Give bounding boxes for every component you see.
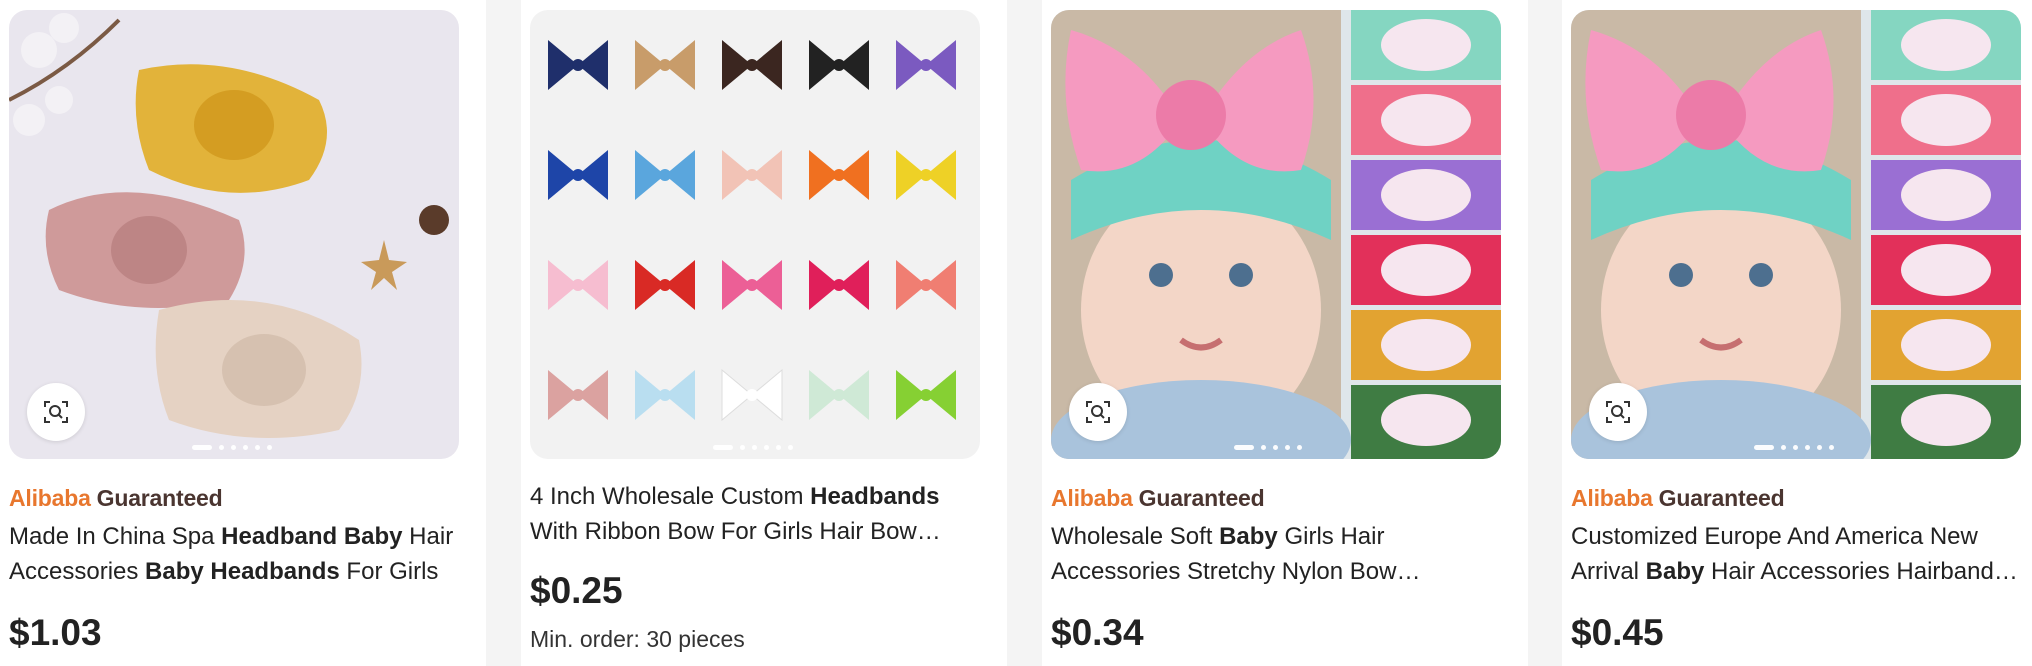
product-price: $0.25: [530, 570, 623, 611]
carousel-dot[interactable]: [255, 444, 260, 450]
carousel-dot[interactable]: [776, 444, 781, 450]
carousel-dot[interactable]: [1297, 444, 1302, 450]
product-image-2[interactable]: [530, 10, 980, 459]
product-title[interactable]: 4 Inch Wholesale Custom Headbands With R…: [530, 479, 982, 549]
product-card-4[interactable]: Alibaba Guaranteed Customized Europe And…: [1562, 0, 2032, 666]
product-card-3[interactable]: Alibaba Guaranteed Wholesale Soft Baby G…: [1042, 0, 1528, 666]
product-image-3[interactable]: [1051, 10, 1501, 459]
image-search-button[interactable]: [27, 383, 85, 441]
carousel-dot[interactable]: [1273, 444, 1278, 450]
carousel-dot[interactable]: [1261, 444, 1266, 450]
badge-guaranteed: Guaranteed: [96, 484, 223, 511]
carousel-dot[interactable]: [1285, 444, 1290, 450]
ribbon-bow-headbands-grid-image: [530, 10, 980, 459]
carousel-indicator: [713, 443, 793, 451]
product-title[interactable]: Wholesale Soft Baby Girls Hair Accessori…: [1051, 519, 1503, 589]
carousel-dot[interactable]: [752, 444, 757, 450]
product-title[interactable]: Made In China Spa Headband Baby Hair Acc…: [9, 519, 461, 589]
carousel-dot[interactable]: [740, 444, 745, 450]
image-search-icon: [1086, 401, 1110, 423]
carousel-dot[interactable]: [788, 444, 793, 450]
image-search-button[interactable]: [1069, 383, 1127, 441]
carousel-dot-active[interactable]: [713, 444, 733, 450]
carousel-dot[interactable]: [243, 444, 248, 450]
image-search-icon: [44, 401, 68, 423]
alibaba-guaranteed-badge: Alibaba Guaranteed: [1051, 483, 1265, 513]
carousel-dot[interactable]: [1793, 444, 1798, 450]
badge-brand: Alibaba: [9, 484, 91, 511]
product-card-1[interactable]: Alibaba Guaranteed Made In China Spa Hea…: [0, 0, 486, 666]
carousel-dot[interactable]: [1781, 444, 1786, 450]
product-card-2[interactable]: 4 Inch Wholesale Custom Headbands With R…: [521, 0, 1007, 666]
carousel-dot[interactable]: [219, 444, 224, 450]
product-price: $1.03: [9, 612, 102, 653]
carousel-dot-active[interactable]: [1234, 444, 1254, 450]
image-search-button[interactable]: [1589, 383, 1647, 441]
carousel-dot[interactable]: [1829, 444, 1834, 450]
carousel-dot[interactable]: [267, 444, 272, 450]
product-image-1[interactable]: [9, 10, 459, 459]
carousel-indicator: [192, 443, 272, 451]
product-image-4[interactable]: [1571, 10, 2021, 459]
badge-guaranteed: Guaranteed: [1658, 484, 1785, 511]
carousel-dot[interactable]: [764, 444, 769, 450]
carousel-indicator: [1234, 443, 1302, 451]
carousel-indicator: [1754, 443, 1834, 451]
image-search-icon: [1606, 401, 1630, 423]
min-order: Min. order: 30 pieces: [530, 626, 745, 652]
badge-guaranteed: Guaranteed: [1138, 484, 1265, 511]
product-price: $0.34: [1051, 612, 1144, 653]
carousel-dot[interactable]: [1817, 444, 1822, 450]
carousel-dot-active[interactable]: [192, 444, 212, 450]
carousel-dot[interactable]: [231, 444, 236, 450]
product-price: $0.45: [1571, 612, 1664, 653]
carousel-dot-active[interactable]: [1754, 444, 1774, 450]
product-title[interactable]: Customized Europe And America New Arriva…: [1571, 519, 2023, 589]
carousel-dot[interactable]: [1805, 444, 1810, 450]
alibaba-guaranteed-badge: Alibaba Guaranteed: [1571, 483, 1785, 513]
badge-brand: Alibaba: [1571, 484, 1653, 511]
alibaba-guaranteed-badge: Alibaba Guaranteed: [9, 483, 223, 513]
badge-brand: Alibaba: [1051, 484, 1133, 511]
